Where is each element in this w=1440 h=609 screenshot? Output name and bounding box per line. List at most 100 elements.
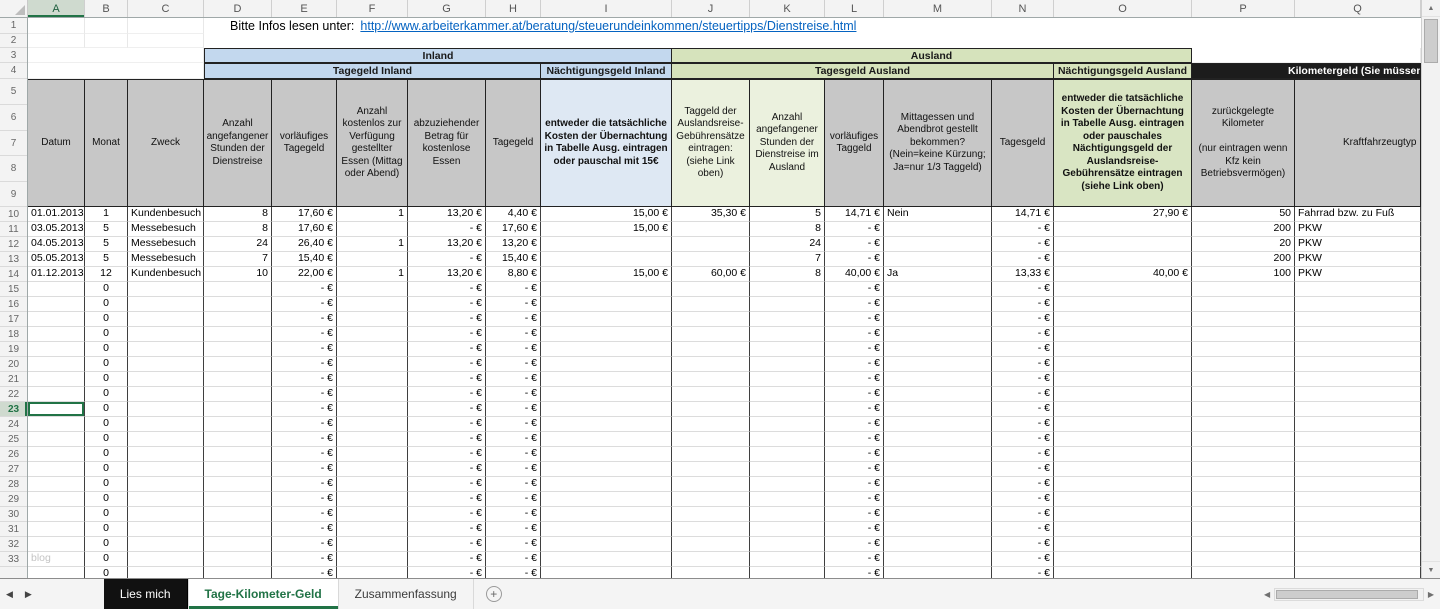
row-header-8[interactable]: 8 <box>0 156 27 182</box>
cell-E14[interactable]: 22,00 € <box>272 267 337 282</box>
cell-D26[interactable] <box>204 447 272 462</box>
cell-M19[interactable] <box>884 342 992 357</box>
cell-A29[interactable] <box>28 492 85 507</box>
cell-K16[interactable] <box>750 297 825 312</box>
cell-C31[interactable] <box>128 522 204 537</box>
cell-N27[interactable]: - € <box>992 462 1054 477</box>
cell-M31[interactable] <box>884 522 992 537</box>
cell-Q30[interactable] <box>1295 507 1421 522</box>
cell-H34[interactable]: - € <box>486 567 541 578</box>
cell-N14[interactable]: 13,33 € <box>992 267 1054 282</box>
cell-C24[interactable] <box>128 417 204 432</box>
cell-B32[interactable]: 0 <box>85 537 128 552</box>
cell-O11[interactable] <box>1054 222 1192 237</box>
cell-O10[interactable]: 27,90 € <box>1054 207 1192 222</box>
cell-A22[interactable] <box>28 387 85 402</box>
row-header-25[interactable]: 25 <box>0 432 27 447</box>
cell-M15[interactable] <box>884 282 992 297</box>
cell-H28[interactable]: - € <box>486 477 541 492</box>
cell-E23[interactable]: - € <box>272 402 337 417</box>
cell-C29[interactable] <box>128 492 204 507</box>
cell-F12[interactable]: 1 <box>337 237 408 252</box>
cell-H20[interactable]: - € <box>486 357 541 372</box>
cell-F27[interactable] <box>337 462 408 477</box>
cell-M14[interactable]: Ja <box>884 267 992 282</box>
cell-K33[interactable] <box>750 552 825 567</box>
cell-L31[interactable]: - € <box>825 522 884 537</box>
cell-G28[interactable]: - € <box>408 477 486 492</box>
cell-E22[interactable]: - € <box>272 387 337 402</box>
cell-O23[interactable] <box>1054 402 1192 417</box>
cell-M34[interactable] <box>884 567 992 578</box>
cell-J19[interactable] <box>672 342 750 357</box>
cell-I14[interactable]: 15,00 € <box>541 267 672 282</box>
cell-C23[interactable] <box>128 402 204 417</box>
cell-K15[interactable] <box>750 282 825 297</box>
cell-F10[interactable]: 1 <box>337 207 408 222</box>
cell-G27[interactable]: - € <box>408 462 486 477</box>
cell-A25[interactable] <box>28 432 85 447</box>
cell-D29[interactable] <box>204 492 272 507</box>
cell-G20[interactable]: - € <box>408 357 486 372</box>
tab-prev-icon[interactable]: ◀ <box>6 589 13 600</box>
cell-N30[interactable]: - € <box>992 507 1054 522</box>
cell-L13[interactable]: - € <box>825 252 884 267</box>
cell-N18[interactable]: - € <box>992 327 1054 342</box>
cell-A21[interactable] <box>28 372 85 387</box>
cell-P29[interactable] <box>1192 492 1295 507</box>
cell-M25[interactable] <box>884 432 992 447</box>
cell-D23[interactable] <box>204 402 272 417</box>
cell-C14[interactable]: Kundenbesuch <box>128 267 204 282</box>
row-header-6[interactable]: 6 <box>0 105 27 131</box>
cell-E31[interactable]: - € <box>272 522 337 537</box>
cell-E17[interactable]: - € <box>272 312 337 327</box>
cell-A13[interactable]: 05.05.2013 <box>28 252 85 267</box>
cell-M17[interactable] <box>884 312 992 327</box>
cell-P12[interactable]: 20 <box>1192 237 1295 252</box>
column-header-Q[interactable]: Q <box>1295 0 1421 17</box>
cell-A26[interactable] <box>28 447 85 462</box>
cell-H32[interactable]: - € <box>486 537 541 552</box>
cell-L26[interactable]: - € <box>825 447 884 462</box>
cell-H16[interactable]: - € <box>486 297 541 312</box>
cell-H30[interactable]: - € <box>486 507 541 522</box>
row-header-17[interactable]: 17 <box>0 312 27 327</box>
cell-P31[interactable] <box>1192 522 1295 537</box>
cell-J31[interactable] <box>672 522 750 537</box>
cell-B17[interactable]: 0 <box>85 312 128 327</box>
cell-G22[interactable]: - € <box>408 387 486 402</box>
cell-J13[interactable] <box>672 252 750 267</box>
cell-I10[interactable]: 15,00 € <box>541 207 672 222</box>
cell-A19[interactable] <box>28 342 85 357</box>
cell-C32[interactable] <box>128 537 204 552</box>
cell-J32[interactable] <box>672 537 750 552</box>
row-header-27[interactable]: 27 <box>0 462 27 477</box>
row-header-4[interactable]: 4 <box>0 63 27 79</box>
cell-B19[interactable]: 0 <box>85 342 128 357</box>
cell-Q24[interactable] <box>1295 417 1421 432</box>
scroll-left-icon[interactable]: ◀ <box>1260 590 1274 599</box>
cell-I27[interactable] <box>541 462 672 477</box>
cell-G15[interactable]: - € <box>408 282 486 297</box>
cell-K31[interactable] <box>750 522 825 537</box>
cell-H13[interactable]: 15,40 € <box>486 252 541 267</box>
cell-E11[interactable]: 17,60 € <box>272 222 337 237</box>
cell-P32[interactable] <box>1192 537 1295 552</box>
cell-I21[interactable] <box>541 372 672 387</box>
scroll-up-button[interactable]: ▲ <box>1422 0 1440 17</box>
cell-K13[interactable]: 7 <box>750 252 825 267</box>
cell-J26[interactable] <box>672 447 750 462</box>
cell-K23[interactable] <box>750 402 825 417</box>
cell[interactable] <box>28 48 204 63</box>
cell-I33[interactable] <box>541 552 672 567</box>
cell-A28[interactable] <box>28 477 85 492</box>
cell-E19[interactable]: - € <box>272 342 337 357</box>
cell-C18[interactable] <box>128 327 204 342</box>
cell-B13[interactable]: 5 <box>85 252 128 267</box>
cell-J25[interactable] <box>672 432 750 447</box>
cell-H18[interactable]: - € <box>486 327 541 342</box>
cell-E21[interactable]: - € <box>272 372 337 387</box>
cell-D31[interactable] <box>204 522 272 537</box>
cell-D28[interactable] <box>204 477 272 492</box>
cell-P25[interactable] <box>1192 432 1295 447</box>
